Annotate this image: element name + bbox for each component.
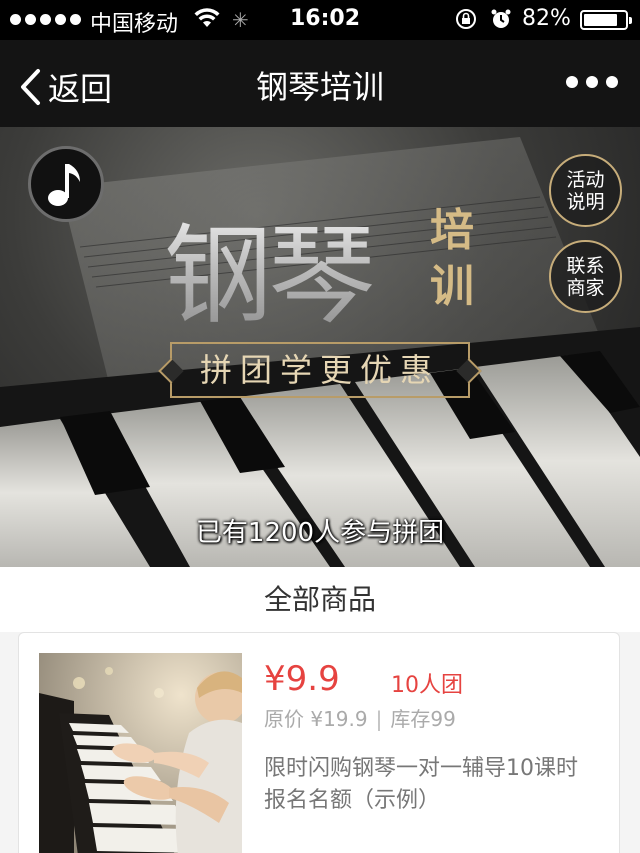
more-dot-icon — [566, 76, 578, 88]
nav-bar: 返回 钢琴培训 — [0, 40, 640, 127]
more-dot-icon — [586, 76, 598, 88]
product-card[interactable]: ¥9.9 10人团 原价 ¥19.9 | 库存99 限时闪购钢琴一对一辅导10课时报… — [18, 632, 620, 853]
banner-subtitle: 培训 — [430, 205, 474, 312]
alarm-icon — [491, 9, 511, 28]
music-note-icon — [48, 164, 80, 206]
page-title: 钢琴培训 — [255, 68, 384, 106]
contact-merchant-label: 商家 — [566, 276, 605, 299]
status-bar: 中国移动 ✳ 16:02 82% — [0, 0, 640, 40]
group-size-badge: 10人团 — [391, 673, 463, 698]
contact-merchant-label: 联系 — [566, 254, 605, 277]
banner-slogan: 拼团学更优惠 — [170, 342, 470, 398]
carrier-name: 中国移动 — [90, 12, 179, 37]
wifi-icon — [194, 8, 220, 27]
clock: 16:02 — [290, 6, 361, 31]
activity-info-label: 说明 — [566, 190, 605, 213]
battery-icon — [580, 10, 632, 30]
music-toggle-button[interactable] — [28, 146, 104, 222]
product-name: 限时闪购钢琴一对一辅导10课时报名名额（示例） — [264, 756, 578, 813]
activity-info-button[interactable]: 活动 说明 — [549, 154, 622, 227]
signal-strength-icon — [10, 8, 81, 30]
rotation-lock-icon — [456, 9, 476, 29]
more-options-button[interactable] — [566, 76, 618, 88]
product-meta: 原价 ¥19.9 | 库存99 — [264, 703, 456, 732]
battery-percentage: 82% — [522, 6, 571, 31]
more-dot-icon — [606, 76, 618, 88]
divider: | — [375, 707, 383, 731]
contact-merchant-button[interactable]: 联系 商家 — [549, 240, 622, 313]
group-join-count: 已有1200人参与拼团 — [195, 518, 445, 548]
hero-banner: 活动 说明 联系 商家 钢琴 培训 拼团学更优惠 已有1200人参与拼团 — [0, 127, 640, 567]
activity-info-label: 活动 — [566, 168, 605, 191]
loading-spinner-icon: ✳ — [232, 8, 249, 32]
banner-title: 钢琴 — [164, 189, 376, 345]
original-price: 原价 ¥19.9 — [264, 707, 368, 731]
section-title: 全部商品 — [0, 567, 640, 632]
stock-count: 库存99 — [390, 707, 456, 731]
product-image — [39, 653, 242, 853]
product-price: ¥9.9 — [264, 659, 340, 699]
